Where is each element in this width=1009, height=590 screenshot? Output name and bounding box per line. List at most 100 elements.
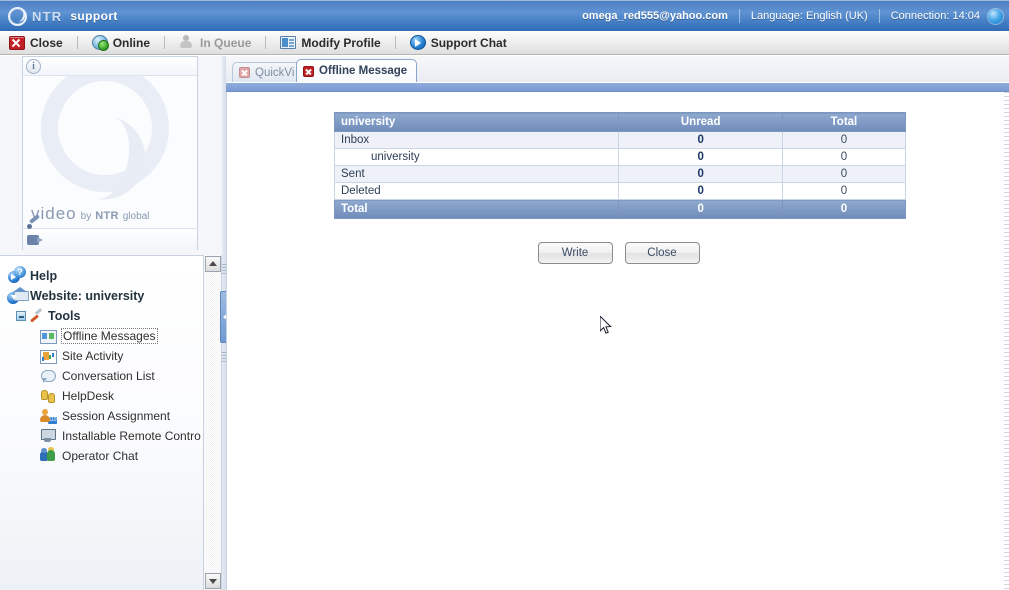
cell-unread: 0: [618, 182, 783, 200]
action-button-row: Write Close: [227, 242, 1009, 264]
video-toolbar: i: [23, 57, 197, 76]
content-scrollbar[interactable]: [1004, 92, 1009, 590]
toolbar-label-online: Online: [112, 35, 151, 50]
table-total-row: Total 0 0: [333, 199, 907, 219]
cell-total-unread: 0: [618, 199, 783, 219]
globe-check-icon: [91, 35, 109, 51]
red-x-close-icon: [9, 35, 25, 50]
toolbar-divider: [265, 36, 267, 49]
cell-folder-name: Sent: [333, 165, 620, 183]
scroll-up-arrow-icon[interactable]: [205, 256, 221, 272]
cell-total-label: Total: [333, 199, 620, 219]
scroll-down-arrow-icon[interactable]: [205, 573, 221, 589]
toolbar-item-online[interactable]: Online: [90, 35, 152, 51]
video-caption-ntr: NTR: [95, 210, 119, 222]
video-stage: video by NTR global: [23, 76, 197, 228]
cell-total: 0: [781, 165, 907, 183]
tools-screwdriver-icon[interactable]: [16, 308, 42, 324]
toolbar-item-support-chat[interactable]: Support Chat: [408, 35, 509, 50]
person-queue-icon: [179, 35, 195, 50]
table-row[interactable]: university 0 0: [333, 148, 907, 166]
main-content-area: QuickVi Offline Message university Unrea…: [226, 56, 1009, 590]
toolbar-divider: [76, 36, 78, 49]
brand-name-secondary: support: [70, 9, 118, 23]
column-header-folder[interactable]: university: [333, 112, 620, 132]
tab-label-offline-message: Offline Message: [319, 65, 408, 77]
ntr-circle-logo-icon: [8, 6, 27, 26]
info-icon[interactable]: i: [26, 58, 41, 74]
cell-total: 0: [781, 182, 907, 200]
video-caption-global: global: [122, 211, 150, 222]
mouse-pointer-icon: [600, 316, 612, 334]
app-window: NTR support omega_red555@yahoo.com Langu…: [0, 0, 1009, 590]
sidebar-item-session-assignment[interactable]: 110 Session Assignment: [4, 406, 203, 426]
close-button[interactable]: Close: [624, 242, 700, 264]
sidebar-item-helpdesk[interactable]: HelpDesk: [4, 386, 203, 406]
header-divider: [738, 9, 740, 23]
table-head: university Unread Total: [333, 112, 907, 132]
profile-card-icon: [280, 36, 297, 49]
microphone-icon[interactable]: [26, 215, 44, 231]
table-row[interactable]: Inbox 0 0: [333, 131, 907, 149]
sidebar-item-website[interactable]: Website: university: [4, 286, 203, 306]
tab-close-icon[interactable]: [303, 65, 314, 77]
sidebar-label-help: Help: [30, 269, 58, 283]
cell-unread: 0: [618, 131, 783, 149]
tab-label-quickvi: QuickVi: [255, 66, 295, 79]
toolbar-item-close[interactable]: Close: [7, 35, 65, 50]
blue-globe-orb-icon[interactable]: [988, 8, 1003, 24]
tab-strip: QuickVi Offline Message: [226, 56, 1009, 83]
table-body: Inbox 0 0 university 0 0 Sent 0 0 Delete…: [333, 131, 907, 219]
sidebar-label-operator-chat: Operator Chat: [62, 449, 139, 463]
column-header-total[interactable]: Total: [781, 112, 907, 132]
toolbar-item-modify-profile[interactable]: Modify Profile: [278, 36, 382, 50]
toolbar-divider: [164, 36, 166, 49]
brand-header-bar: NTR support omega_red555@yahoo.com Langu…: [0, 0, 1009, 31]
cell-unread: 0: [618, 148, 783, 166]
tab-offline-message[interactable]: Offline Message: [296, 59, 418, 82]
sidebar-item-offline-messages[interactable]: Offline Messages: [4, 326, 203, 346]
toolbar-label-in-queue: In Queue: [200, 35, 252, 50]
sidebar-item-conversation-list[interactable]: Conversation List: [4, 366, 203, 386]
table-header-row: university Unread Total: [333, 112, 907, 132]
site-activity-chart-icon: [40, 348, 57, 364]
header-status-group: omega_red555@yahoo.com Language: English…: [582, 8, 1009, 24]
sidebar-item-site-activity[interactable]: Site Activity: [4, 346, 203, 366]
toolbar-label-close: Close: [30, 35, 63, 50]
brand-logo: NTR support: [8, 6, 118, 26]
header-divider: [878, 9, 880, 23]
sidebar-label-helpdesk: HelpDesk: [62, 389, 115, 403]
sidebar-label-tools: Tools: [48, 309, 81, 323]
toolbar-label-modify-profile: Modify Profile: [301, 35, 381, 50]
table-row[interactable]: Deleted 0 0: [333, 182, 907, 200]
help-arrow-icon: ?: [8, 266, 26, 284]
cell-folder-name: university: [333, 148, 620, 166]
navigation-tree: ? Help Website: university Tools Offline…: [0, 256, 203, 466]
tab-quickvi[interactable]: QuickVi: [232, 62, 305, 82]
sidebar-label-remote-control: Installable Remote Contro: [62, 429, 201, 443]
session-assignment-icon: 110: [40, 408, 57, 424]
cell-unread: 0: [618, 165, 783, 183]
blue-arrow-circle-icon: [409, 35, 426, 50]
table-row[interactable]: Sent 0 0: [333, 165, 907, 183]
website-house-icon: [7, 287, 29, 304]
write-button[interactable]: Write: [537, 242, 613, 264]
sidebar-item-operator-chat[interactable]: Operator Chat: [4, 446, 203, 466]
video-bottom-toolbar: [23, 224, 197, 250]
cell-total: 0: [781, 148, 907, 166]
webcam-icon[interactable]: [26, 232, 44, 248]
main-toolbar: Close Online In Queue Modify Profile Sup…: [0, 31, 1009, 55]
column-header-unread[interactable]: Unread: [618, 112, 783, 132]
language-label[interactable]: Language: English (UK): [751, 10, 868, 22]
toolbar-item-in-queue[interactable]: In Queue: [177, 35, 253, 50]
offline-messages-table: university Unread Total Inbox 0 0 univer…: [333, 112, 907, 219]
sidebar-item-help[interactable]: ? Help: [4, 266, 203, 286]
sidebar-item-tools[interactable]: Tools: [4, 306, 203, 326]
sidebar-item-remote-control[interactable]: Installable Remote Contro: [4, 426, 203, 446]
cell-folder-name: Inbox: [333, 131, 620, 149]
sidebar-label-offline-messages: Offline Messages: [61, 328, 158, 344]
tab-close-icon[interactable]: [239, 67, 250, 78]
accent-bar: [226, 83, 1009, 92]
sidebar-label-site-activity: Site Activity: [62, 349, 124, 363]
cell-total-total: 0: [781, 199, 907, 219]
